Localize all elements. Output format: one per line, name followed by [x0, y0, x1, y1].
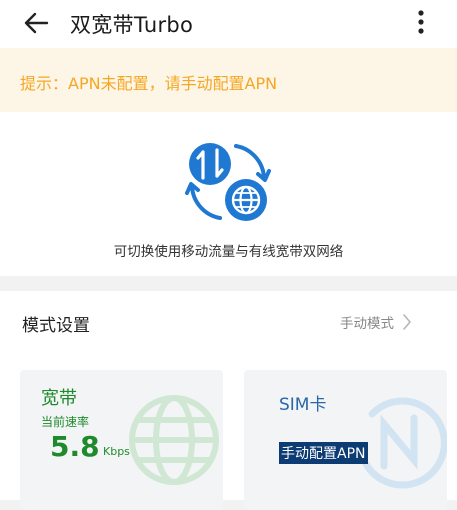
banner-text: 提示：APN未配置，请手动配置APN: [20, 74, 278, 93]
page-title: 双宽带Turbo: [70, 13, 194, 37]
app-bar: 双宽带Turbo: [0, 0, 457, 48]
speed-value: 5.8: [50, 430, 100, 463]
current-rate-label: 当前速率: [41, 415, 90, 429]
configure-apn-link[interactable]: 手动配置APN: [279, 442, 368, 464]
apn-warning-banner: 提示：APN未配置，请手动配置APN: [0, 48, 457, 112]
feature-hero: 可切换使用移动流量与有线宽带双网络: [0, 112, 457, 276]
globe-icon: [129, 395, 219, 485]
mode-settings-title: 模式设置: [22, 316, 90, 336]
sim-title: SIM卡: [279, 395, 327, 415]
feature-description: 可切换使用移动流量与有线宽带双网络: [113, 244, 344, 260]
mobile-data-icon: [362, 397, 447, 489]
more-vertical-icon: [418, 10, 424, 34]
more-options-button[interactable]: [405, 6, 437, 38]
chevron-right-icon: [403, 314, 411, 330]
mode-value: 手动模式: [340, 316, 394, 332]
speed-unit: Kbps: [103, 445, 130, 458]
back-button[interactable]: [18, 8, 54, 38]
broadband-card[interactable]: 宽带 当前速率 5.8 Kbps: [20, 370, 223, 510]
dual-network-switch-icon: [185, 143, 271, 221]
broadband-title: 宽带: [41, 388, 77, 409]
sim-card[interactable]: SIM卡 手动配置APN: [244, 370, 447, 510]
mode-settings-section: 模式设置 手动模式 宽带 当前速率 5.8 Kbps SIM卡 手动配置APN: [0, 291, 457, 510]
mode-selector[interactable]: 手动模式: [340, 309, 440, 335]
arrow-left-icon: [24, 12, 49, 34]
